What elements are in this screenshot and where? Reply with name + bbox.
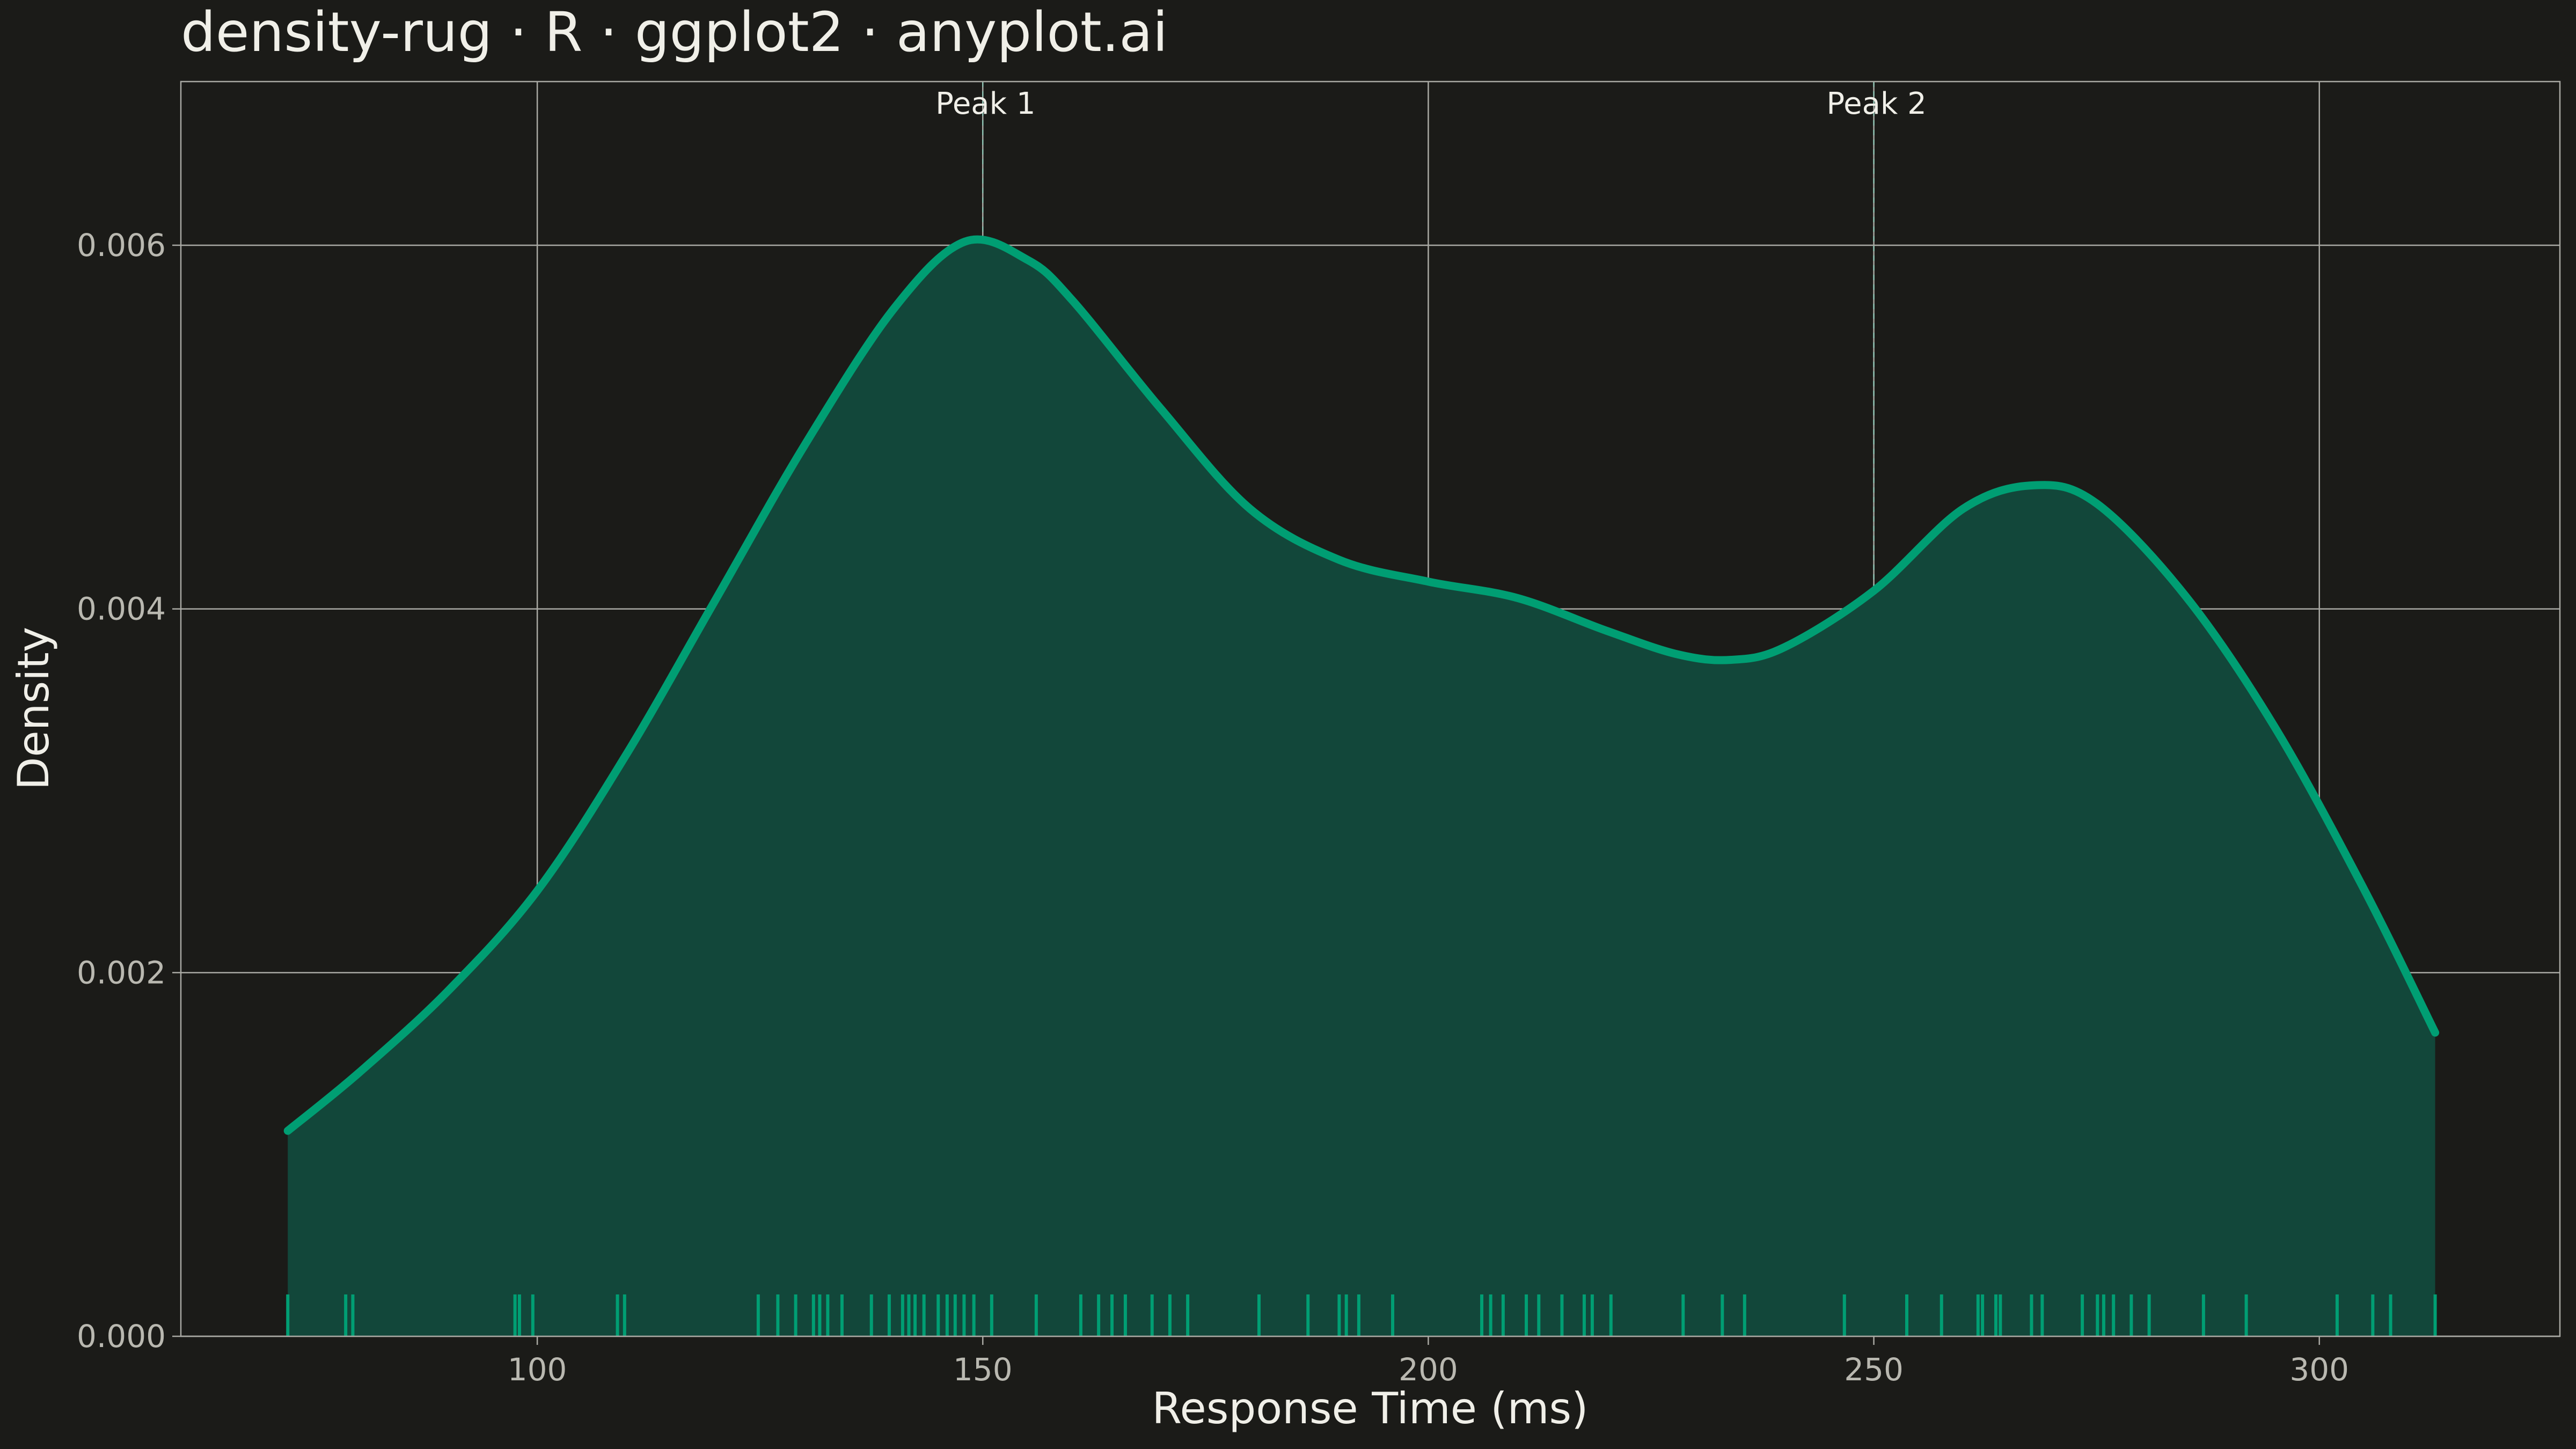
x-tick-label: 250 [1844, 1351, 1904, 1388]
chart-title: density-rug · R · ggplot2 · anyplot.ai [181, 1, 1168, 64]
x-tick-label: 100 [508, 1351, 567, 1388]
density-rug-chart: density-rug · R · ggplot2 · anyplot.ai 1… [9, 1, 2561, 1433]
y-tick-label: 0.004 [77, 591, 166, 627]
y-tick-label: 0.000 [77, 1318, 166, 1355]
peak-annotation-label: Peak 1 [935, 86, 1035, 121]
x-axis-title: Response Time (ms) [1152, 1384, 1589, 1433]
peak-annotations: Peak 1 Peak 2 [935, 86, 1927, 121]
y-tick-label: 0.002 [77, 954, 166, 991]
x-tick-label: 150 [953, 1351, 1013, 1388]
x-tick-label: 300 [2289, 1351, 2349, 1388]
y-tick-label: 0.006 [77, 227, 166, 264]
x-tick-label: 200 [1399, 1351, 1458, 1388]
peak-annotation-label: Peak 2 [1826, 86, 1926, 121]
y-axis-title: Density [9, 627, 58, 790]
